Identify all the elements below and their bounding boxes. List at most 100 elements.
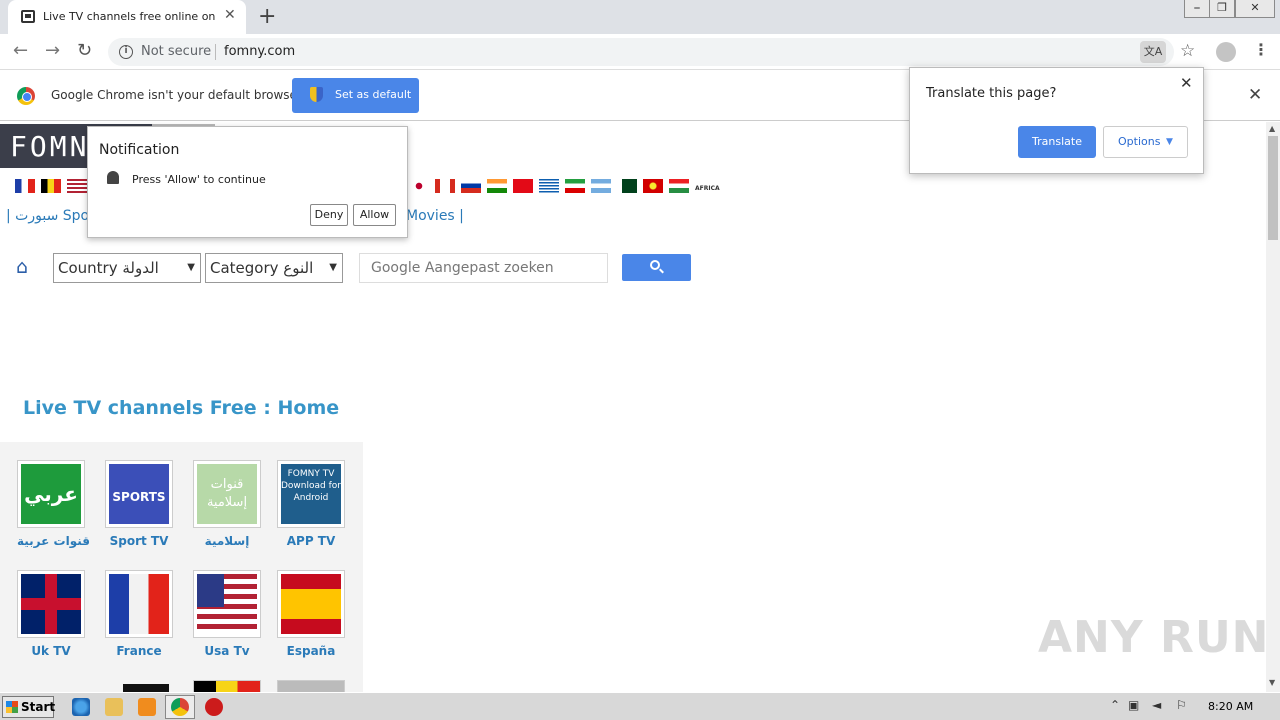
search-button[interactable] [622,254,691,281]
back-icon[interactable]: ← [13,40,28,61]
tile-label: España [286,644,336,658]
arabic-channels-image: عربي [21,464,81,524]
flag-iran-icon[interactable] [565,179,585,193]
nav-link-movies[interactable]: Movies | [406,208,464,224]
flag-france-icon[interactable] [15,179,35,193]
tab-close-icon[interactable]: ✕ [224,7,236,23]
flag-pakistan-icon[interactable] [617,179,637,193]
tile-image-frame [193,570,261,638]
flag-japan-icon[interactable] [409,179,429,193]
translate-dialog-title: Translate this page? [926,86,1057,101]
translate-close-icon[interactable]: ✕ [1180,74,1193,92]
tab-title: Live TV channels free online on Internet [43,10,219,23]
tile-label: France [116,644,162,658]
tile-partial-1 [123,684,169,692]
page-title: Live TV channels Free : Home [23,397,340,419]
tile-image-frame: SPORTS [105,460,173,528]
info-icon[interactable]: i [119,45,133,59]
windows-taskbar: Start ⌃ ▣ ◄ ⚐ 8:20 AM [0,692,1280,720]
bookmark-star-icon[interactable]: ☆ [1180,41,1195,61]
system-tray: ⌃ ▣ ◄ ⚐ 8:20 AM [1104,695,1278,719]
browser-tab[interactable]: Live TV channels free online on Internet… [8,0,246,34]
category-select-value: Category النوع [210,259,314,277]
windows-logo-icon [6,701,18,713]
media-player-icon[interactable] [138,698,156,716]
tile-image-frame [277,570,345,638]
flag-turkey-icon[interactable] [513,179,533,193]
france-flag-image [109,574,169,634]
notification-title: Notification [99,142,180,158]
dropdown-arrow-icon: ▼ [329,262,337,273]
scroll-down-arrow-icon[interactable]: ▼ [1269,678,1275,687]
security-label: Not secure [141,44,212,59]
flag-kurdistan-icon[interactable] [669,179,689,193]
close-window-button[interactable]: ✕ [1235,0,1275,18]
flag-macedonia-icon[interactable] [643,179,663,193]
flag-notification-icon[interactable]: ⚐ [1176,698,1187,712]
menu-kebab-icon[interactable]: ⋮ [1253,40,1269,59]
page-scrollbar[interactable]: ▲ ▼ [1266,122,1280,692]
internet-explorer-icon[interactable] [72,698,90,716]
address-bar[interactable]: i Not secure fomny.com 文A ☆ [108,38,1195,66]
translate-options-button[interactable]: Options ▼ [1103,126,1188,158]
deny-button[interactable]: Deny [310,204,348,226]
tile-label: Sport TV [109,534,169,548]
profile-avatar-icon[interactable] [1216,42,1236,62]
tile-label: Usa Tv [204,644,250,658]
tile-label: إسلامية [204,534,250,548]
start-button[interactable]: Start [2,696,56,718]
home-icon[interactable]: ⌂ [16,256,28,278]
sports-channels-image: SPORTS [109,464,169,524]
tv-icon [21,10,35,23]
nav-link-sport[interactable]: | سبورت Spo [6,208,89,224]
tray-expand-icon[interactable]: ⌃ [1110,698,1120,712]
search-input[interactable]: Google Aangepast zoeken [359,253,608,283]
dropdown-arrow-icon: ▼ [187,262,195,273]
allow-button[interactable]: Allow [353,204,396,226]
taskbar-chrome-button[interactable] [165,695,195,719]
flag-belgium-icon[interactable] [41,179,61,193]
minimize-button[interactable]: ⎯ [1184,0,1210,18]
new-tab-button[interactable]: + [258,4,276,29]
category-select[interactable]: Category النوع ▼ [205,253,343,283]
tile-image-frame: قنوات إسلامية [193,460,261,528]
scroll-up-arrow-icon[interactable]: ▲ [1269,124,1275,133]
flag-greece-icon[interactable] [539,179,559,193]
tile-partial-2 [193,680,261,692]
chrome-logo-icon [17,87,35,105]
tile-image-frame: FOMNY TV Download for Android [277,460,345,528]
anyrun-watermark: ANY RUN [1038,612,1270,663]
volume-icon[interactable]: ◄ [1152,698,1161,712]
infobar-close-icon[interactable]: ✕ [1248,85,1262,105]
tile-label: APP TV [286,534,336,548]
set-as-default-label: Set as default [335,88,412,101]
tile-image-frame [105,570,173,638]
forward-icon[interactable]: → [45,40,60,61]
set-as-default-button[interactable]: Set as default [292,78,419,113]
translate-icon[interactable]: 文A [1140,41,1166,63]
tab-strip: Live TV channels free online on Internet… [0,0,1280,34]
stop-icon[interactable] [205,698,223,716]
tile-image-frame [17,570,85,638]
islamic-channels-image: قنوات إسلامية [197,464,257,524]
network-icon[interactable]: ▣ [1128,698,1139,712]
flag-india-icon[interactable] [487,179,507,193]
africa-icon[interactable]: AFRICA [695,179,720,193]
flag-argentina-icon[interactable] [591,179,611,193]
clock[interactable]: 8:20 AM [1208,700,1253,713]
restore-button[interactable]: ❐ [1209,0,1235,18]
flag-usa-icon[interactable] [67,179,87,193]
file-explorer-icon[interactable] [105,698,123,716]
flag-canada-icon[interactable] [435,179,455,193]
infobar-message: Google Chrome isn't your default browser [51,88,302,102]
browser-toolbar: ← → ↻ i Not secure fomny.com 文A ☆ ⋮ [0,34,1280,70]
country-select[interactable]: Country الدولة ▼ [53,253,201,283]
spain-flag-image [281,574,341,634]
translate-button[interactable]: Translate [1018,126,1096,158]
start-label: Start [21,700,56,714]
uk-flag-image [21,574,81,634]
url-text[interactable]: fomny.com [224,44,295,59]
scroll-thumb[interactable] [1268,136,1278,240]
reload-icon[interactable]: ↻ [77,40,92,61]
flag-russia-icon[interactable] [461,179,481,193]
